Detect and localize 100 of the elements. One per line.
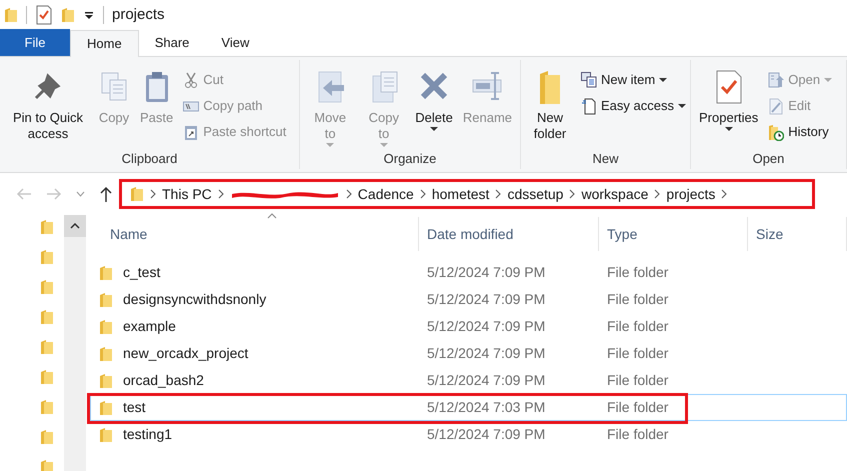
folder-icon[interactable] [40,279,54,295]
folder-icon[interactable] [40,309,54,325]
file-name: test [123,398,146,417]
file-tab[interactable]: File [0,29,70,56]
chevron-right-icon [420,189,426,199]
file-type: File folder [606,344,670,363]
folder-icon[interactable] [40,339,54,355]
folder-icon[interactable] [40,249,54,265]
group-label: Clipboard [120,150,178,168]
caret-icon [430,126,438,132]
chevron-right-icon [654,189,660,199]
column-header[interactable]: Name [90,217,419,251]
ribbon-tab[interactable]: View [205,29,266,56]
chevron-right-icon [721,189,728,199]
ribbon-button[interactable]: Delete [411,70,457,132]
folder-icon [99,426,113,442]
ribbon-button[interactable]: New folder [525,70,576,142]
open-icon [768,72,784,88]
file-type: File folder [606,263,670,282]
scissors-icon [183,72,200,88]
ribbon-button[interactable]: Easy access [581,96,686,116]
chevron-right-icon [218,189,224,199]
ribbon-button[interactable]: History [768,122,832,142]
chevron-right-icon [346,189,352,199]
document-icon [581,98,598,114]
new-item-icon [581,72,598,88]
ribbon-button[interactable]: Properties [695,70,762,132]
caret-icon [659,77,668,83]
scroll-bar[interactable] [64,215,86,471]
folder-icon [99,318,113,334]
file-name: testing1 [123,425,172,444]
folder-icon [99,292,113,308]
file-type: File folder [606,425,670,444]
chevron-up-icon [70,223,80,229]
file-name: example [123,317,176,336]
group-label: Organize [382,150,438,168]
breadcrumb[interactable]: cdssetup [507,184,564,204]
folder-icon[interactable] [40,429,54,445]
file-type: File folder [606,371,670,390]
folder-icon[interactable] [40,219,54,235]
date-modified: 5/12/2024 7:09 PM [426,317,546,336]
ribbon-button[interactable]: New item [581,70,686,90]
caret-icon [326,142,334,148]
folder-icon[interactable] [40,399,54,415]
caret-icon [724,126,733,132]
file-row[interactable]: orcad_bash2 5/12/2024 7:09 PM File folder [90,367,847,394]
column-header[interactable]: Date modified [419,217,599,251]
chevron-right-icon [569,189,576,199]
folder-icon[interactable] [40,459,54,471]
window-title: projects [112,4,165,25]
file-row[interactable]: test 5/12/2024 7:03 PM File folder [90,394,847,421]
file-name: designsyncwithdsnonly [123,290,266,309]
ribbon-tab[interactable]: Share [138,29,206,56]
shortcut-icon [183,124,200,140]
breadcrumb[interactable]: This PC [162,184,212,204]
column-header[interactable]: Size [748,217,847,251]
file-row[interactable]: testing1 5/12/2024 7:09 PM File folder [90,421,847,448]
file-type: File folder [606,398,670,417]
file-row[interactable]: c_test 5/12/2024 7:09 PM File folder [90,259,847,286]
date-modified: 5/12/2024 7:03 PM [426,398,546,417]
ribbon-button[interactable]: Pin to Quick access [4,70,92,142]
folder-icon[interactable] [40,369,54,385]
breadcrumb[interactable]: hometest [432,184,490,204]
history-icon [768,124,784,140]
address-bar[interactable]: This PC Cadence hometest cdssetup workspace projects [119,179,815,209]
dropdown-icon[interactable] [83,9,95,21]
folder-icon [130,186,144,202]
date-modified: 5/12/2024 7:09 PM [426,290,546,309]
file-type: File folder [606,290,670,309]
date-modified: 5/12/2024 7:09 PM [426,344,546,363]
up-icon[interactable] [99,186,113,202]
folder-icon [99,372,113,388]
file-type: File folder [606,317,670,336]
chevron-right-icon [150,189,156,199]
file-row[interactable]: example 5/12/2024 7:09 PM File folder [90,313,847,340]
breadcrumb[interactable]: projects [666,184,716,204]
scroll-up-button[interactable] [64,215,86,237]
caret-icon [380,142,388,148]
chevron-right-icon [495,189,502,199]
chevron-down-icon[interactable] [76,191,85,197]
group-label: New [591,150,620,168]
date-modified: 5/12/2024 7:09 PM [426,425,546,444]
caret-icon [678,103,686,109]
breadcrumb[interactable]: Cadence [358,184,414,204]
folder-icon [99,400,113,416]
folder-icon[interactable] [4,7,18,23]
group-label: Open [752,150,786,168]
file-row[interactable]: designsyncwithdsnonly 5/12/2024 7:09 PM File folder [90,286,847,313]
edit-icon [768,98,784,114]
breadcrumb[interactable]: workspace [581,184,648,204]
date-modified: 5/12/2024 7:09 PM [426,371,546,390]
column-header[interactable]: Type [599,217,748,251]
file-name: new_orcadx_project [123,344,248,363]
folder-icon[interactable] [61,7,75,23]
properties-icon[interactable] [35,5,53,25]
file-row[interactable]: new_orcadx_project 5/12/2024 7:09 PM File folder [90,340,847,367]
folder-icon [99,264,113,280]
date-modified: 5/12/2024 7:09 PM [426,263,546,282]
file-name: orcad_bash2 [123,371,204,390]
ribbon-tab[interactable]: Home [70,30,139,57]
